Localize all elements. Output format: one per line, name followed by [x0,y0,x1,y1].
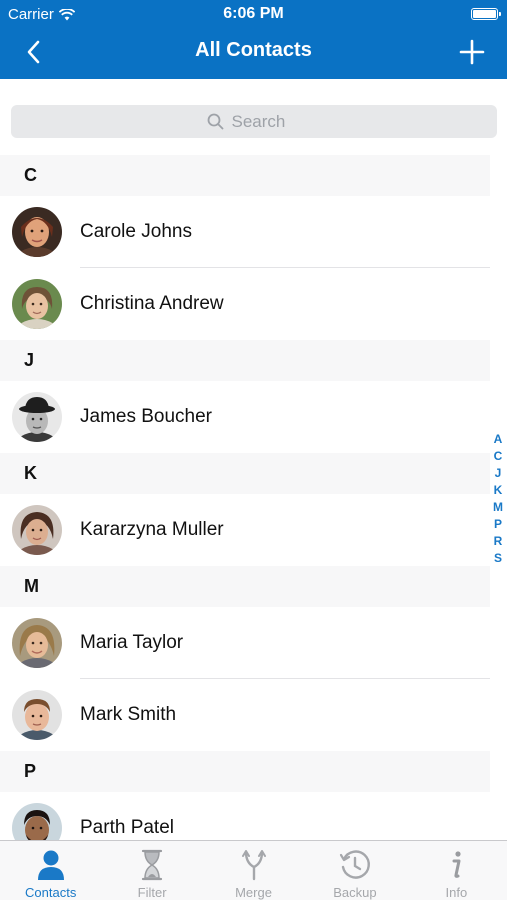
plus-icon [459,39,485,65]
index-letter[interactable]: A [494,431,503,448]
search-area [0,79,507,155]
tab-backup[interactable]: Backup [304,841,405,900]
contact-name: Parth Patel [80,817,174,838]
tab-filter[interactable]: Filter [101,841,202,900]
tab-label: Info [445,885,468,900]
section-header: J [0,340,490,381]
contact-name: Carole Johns [80,221,192,242]
avatar [12,207,62,257]
contact-row[interactable]: James Boucher [0,381,490,453]
tab-label: Contacts [25,885,77,900]
avatar [12,392,62,442]
clock-icon [338,848,372,882]
contact-row[interactable]: Kararzyna Muller [0,494,490,566]
tab-label: Merge [235,885,272,900]
contact-name: Mark Smith [80,704,177,725]
tab-contacts[interactable]: Contacts [0,841,101,900]
section-header: P [0,751,490,792]
tab-info[interactable]: Info [406,841,507,900]
tab-bar: Contacts Filter Merge Backup Info [0,840,507,900]
section-header: C [0,155,490,196]
search-bar[interactable] [11,105,497,138]
tab-merge[interactable]: Merge [203,841,304,900]
status-bar: Carrier 6:06 PM [0,0,507,28]
person-icon [34,848,68,882]
contact-name: Christina Andrew [80,293,224,314]
contact-row[interactable]: Mark Smith [0,679,490,751]
navigation-bar: Carrier 6:06 PM All Contacts [0,0,507,79]
contact-name: James Boucher [80,406,213,427]
section-index[interactable]: A C J K M P R S [491,431,505,567]
index-letter[interactable]: K [494,482,503,499]
status-time: 6:06 PM [223,5,284,22]
contact-row[interactable]: Christina Andrew [0,268,490,340]
hourglass-icon [135,848,169,882]
index-letter[interactable]: C [494,448,503,465]
page-title: All Contacts [195,39,312,61]
search-input[interactable] [231,111,302,132]
section-header: K [0,453,490,494]
info-icon [439,848,473,882]
index-letter[interactable]: S [494,550,502,567]
battery-icon [471,8,501,20]
contact-list: C Carole Johns Christina Andrew J James … [0,155,490,864]
section-header: M [0,566,490,607]
contact-row[interactable]: Maria Taylor [0,607,490,679]
avatar [12,505,62,555]
search-icon [207,113,223,130]
contact-name: Kararzyna Muller [80,519,224,540]
avatar [12,690,62,740]
contact-row[interactable]: Carole Johns [0,196,490,268]
merge-icon [237,848,271,882]
avatar [12,618,62,668]
index-letter[interactable]: M [493,499,503,516]
tab-label: Filter [137,885,167,900]
contact-name: Maria Taylor [80,632,184,653]
index-letter[interactable]: R [494,533,503,550]
avatar [12,279,62,329]
tab-label: Backup [333,885,377,900]
index-letter[interactable]: P [494,516,502,533]
add-contact-button[interactable] [457,37,487,67]
index-letter[interactable]: J [495,465,502,482]
